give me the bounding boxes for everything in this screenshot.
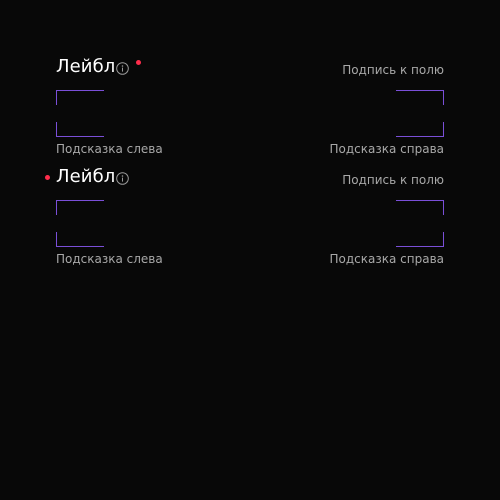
text-input[interactable] bbox=[56, 200, 444, 247]
input-corner-top-left bbox=[56, 90, 104, 105]
input-corner-bottom-right bbox=[396, 122, 444, 137]
field-label-row: Лейбл Подпись к полю bbox=[56, 56, 444, 78]
text-field-2: Лейбл Подпись к полю Подсказка слева Под… bbox=[45, 166, 444, 266]
required-indicator bbox=[136, 60, 141, 65]
input-corner-bottom-left bbox=[56, 122, 104, 137]
info-circle-icon[interactable] bbox=[116, 170, 129, 185]
hint-left: Подсказка слева bbox=[56, 252, 163, 266]
input-corner-bottom-left bbox=[56, 232, 104, 247]
input-corner-top-right bbox=[396, 200, 444, 215]
hint-right: Подсказка справа bbox=[329, 252, 445, 266]
required-indicator bbox=[45, 175, 50, 180]
field-caption: Подпись к полю bbox=[342, 173, 444, 187]
field-label: Лейбл bbox=[56, 166, 116, 187]
text-input[interactable] bbox=[56, 90, 444, 137]
input-corner-top-right bbox=[396, 90, 444, 105]
input-corner-bottom-right bbox=[396, 232, 444, 247]
field-caption: Подпись к полю bbox=[342, 63, 444, 77]
info-circle-icon[interactable] bbox=[116, 60, 129, 75]
hint-right: Подсказка справа bbox=[329, 142, 445, 156]
field-label-row: Лейбл Подпись к полю bbox=[45, 166, 444, 188]
hint-left: Подсказка слева bbox=[56, 142, 163, 156]
text-field-1: Лейбл Подпись к полю Подсказка слева Под… bbox=[56, 56, 444, 156]
field-label: Лейбл bbox=[56, 56, 116, 77]
input-corner-top-left bbox=[56, 200, 104, 215]
